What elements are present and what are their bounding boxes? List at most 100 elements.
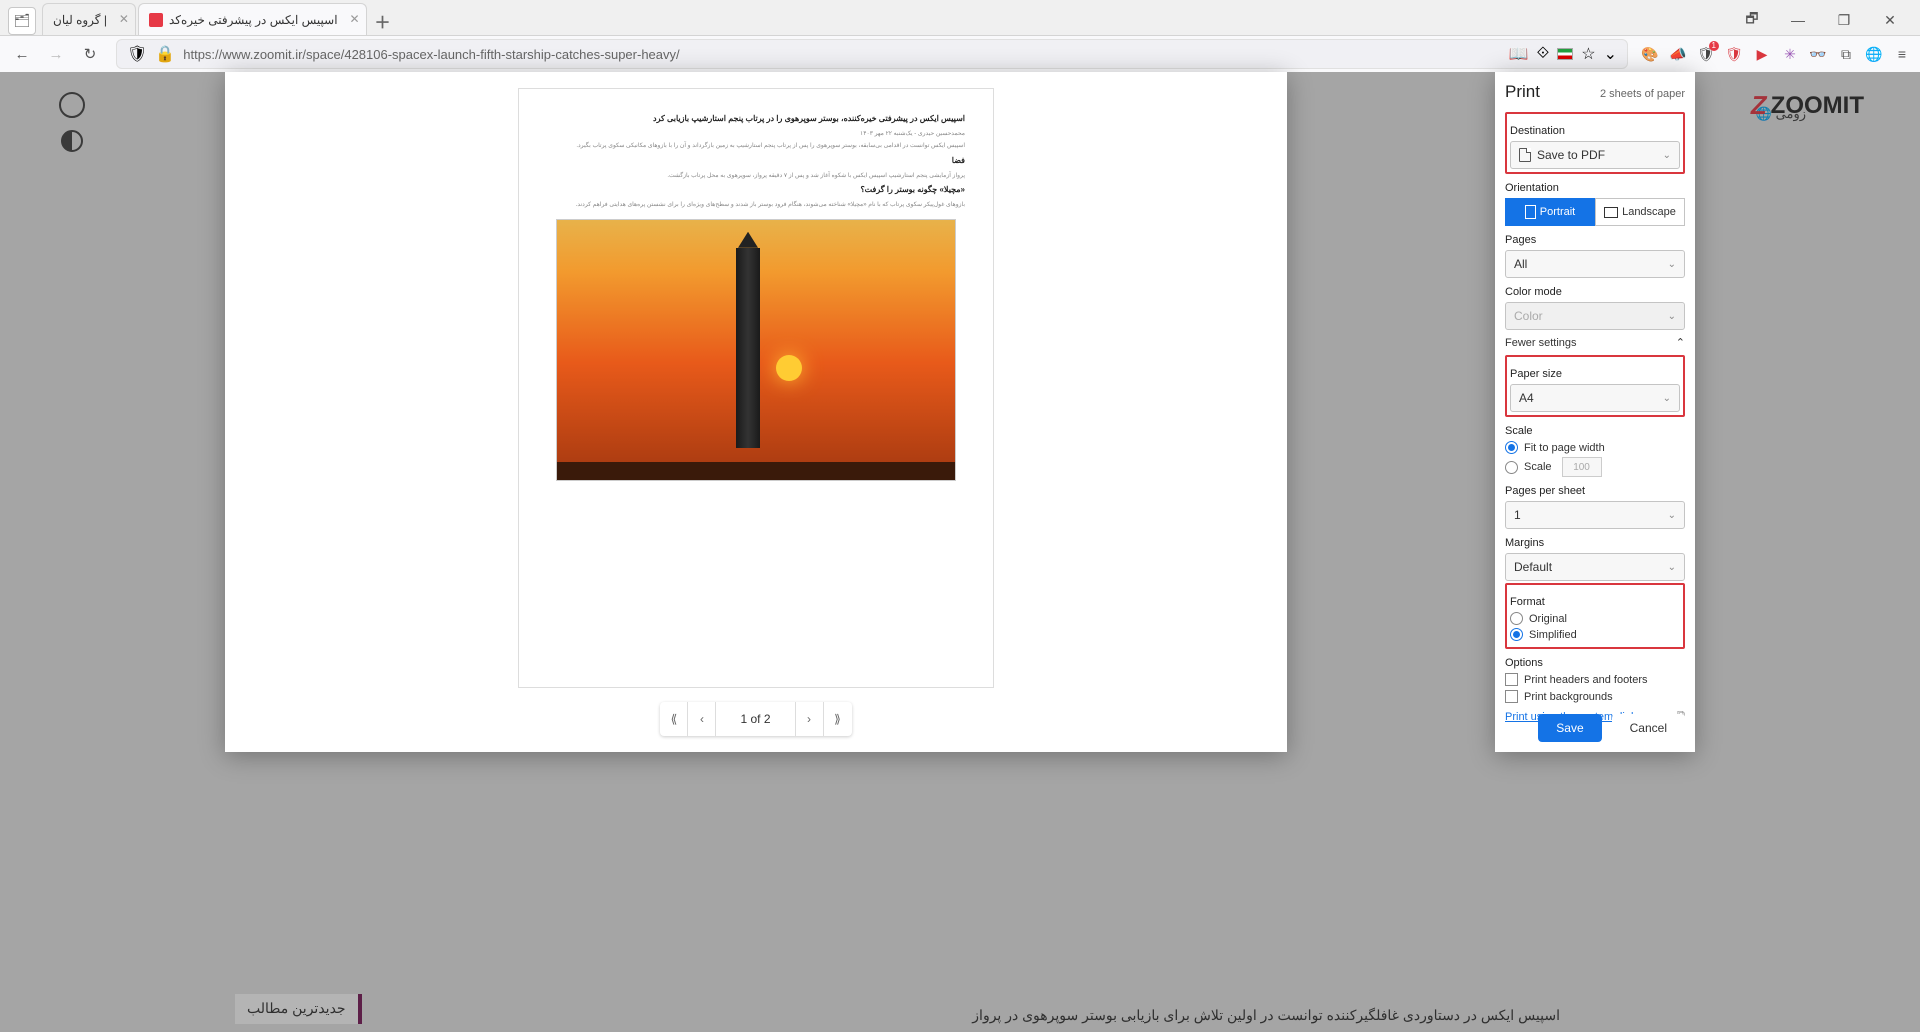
- destination-label: Destination: [1510, 125, 1680, 137]
- url-text: https://www.zoomit.ir/space/428106-space…: [183, 47, 1500, 62]
- tab-2[interactable]: اسپیس ایکس در پیشرفتی خیره‌کد ✕: [138, 3, 367, 35]
- fewer-settings-toggle[interactable]: Fewer settings ⌃: [1505, 336, 1685, 349]
- shield-icon[interactable]: 🛡: [127, 44, 147, 64]
- new-tab-button[interactable]: ＋: [369, 7, 397, 35]
- pager-next-button[interactable]: ›: [796, 702, 824, 736]
- ext-icon[interactable]: 👓: [1808, 44, 1828, 64]
- tab-list: 🗂 گروه لیان | ✕ اسپیس ایکس در پیشرفتی خی…: [8, 3, 1730, 35]
- sheet-count: 2 sheets of paper: [1600, 88, 1685, 100]
- extensions-toolbar: 🎨 📣 🛡1 🛡 ▶ ✳ 👓 ⧉ 🌐 ≡: [1640, 44, 1912, 64]
- backgrounds-checkbox[interactable]: [1505, 690, 1518, 703]
- pager: ⟪ ‹ 1 of 2 › ⟫: [660, 702, 851, 736]
- ext-icon[interactable]: 📣: [1668, 44, 1688, 64]
- ext-icon[interactable]: ✳: [1780, 44, 1800, 64]
- chevron-up-icon: ⌃: [1676, 336, 1685, 349]
- minimize-button[interactable]: —: [1776, 5, 1820, 35]
- paper-size-label: Paper size: [1510, 368, 1680, 380]
- format-simplified-label: Simplified: [1529, 629, 1577, 641]
- fit-label: Fit to page width: [1524, 442, 1605, 454]
- save-button[interactable]: Save: [1538, 714, 1601, 742]
- paper-size-select[interactable]: A4⌄: [1510, 384, 1680, 412]
- tab-label: اسپیس ایکس در پیشرفتی خیره‌کد: [169, 13, 338, 27]
- format-original-radio[interactable]: [1510, 612, 1523, 625]
- translate-icon[interactable]: ⟐: [1537, 45, 1550, 63]
- preview-pane: اسپیس ایکس در پیشرفتی خیره‌کننده، بوستر …: [225, 72, 1287, 752]
- forward-button: →: [42, 40, 70, 68]
- chevron-down-icon: ⌄: [1663, 393, 1671, 404]
- ext-icon[interactable]: ▶: [1752, 44, 1772, 64]
- highlight-paper-size: Paper size A4⌄: [1505, 355, 1685, 417]
- headers-checkbox[interactable]: [1505, 673, 1518, 686]
- titlebar: 🗂 گروه لیان | ✕ اسپیس ایکس در پیشرفتی خی…: [0, 0, 1920, 36]
- preview-line: بازوهای غول‌پیکر سکوی پرتاب که با نام «م…: [547, 201, 965, 211]
- chevron-down-icon: ⌄: [1663, 150, 1671, 161]
- destination-select[interactable]: Save to PDF ⌄: [1510, 141, 1680, 169]
- url-bar[interactable]: 🛡 🔒 https://www.zoomit.ir/space/428106-s…: [116, 39, 1628, 69]
- window-controls: 🗗 — ❐ ✕: [1730, 5, 1912, 35]
- chevron-down-icon: ⌄: [1668, 510, 1676, 521]
- color-select: Color⌄: [1505, 302, 1685, 330]
- ext-icon[interactable]: 🛡: [1724, 44, 1744, 64]
- ext-icon[interactable]: 🎨: [1640, 44, 1660, 64]
- format-label: Format: [1510, 596, 1680, 608]
- paper-preview: اسپیس ایکس در پیشرفتی خیره‌کننده، بوستر …: [518, 88, 994, 688]
- fit-radio[interactable]: [1505, 441, 1518, 454]
- pages-select[interactable]: All⌄: [1505, 250, 1685, 278]
- portrait-button[interactable]: Portrait: [1505, 198, 1595, 226]
- menu-icon[interactable]: ≡: [1892, 44, 1912, 64]
- reader-icon[interactable]: 📖: [1509, 44, 1529, 64]
- preview-title: اسپیس ایکس در پیشرفتی خیره‌کننده، بوستر …: [547, 113, 965, 126]
- extensions-icon[interactable]: ⧉: [1836, 44, 1856, 64]
- sun-icon: [776, 355, 802, 381]
- highlight-destination: Destination Save to PDF ⌄: [1505, 112, 1685, 174]
- portrait-icon: [1525, 205, 1536, 219]
- preview-subhead: «مچیلا» چگونه بوستر را گرفت؟: [547, 184, 965, 197]
- margins-label: Margins: [1505, 537, 1685, 549]
- document-icon: [1519, 148, 1531, 162]
- favicon-icon: [149, 13, 163, 27]
- cancel-button[interactable]: Cancel: [1612, 714, 1685, 742]
- print-preview-pane: اسپیس ایکس در پیشرفتی خیره‌کننده، بوستر …: [225, 72, 1287, 752]
- pager-status: 1 of 2: [716, 702, 795, 736]
- close-icon[interactable]: ✕: [350, 12, 360, 26]
- card-icon: 🗂: [14, 13, 31, 29]
- scale-input[interactable]: [1562, 457, 1602, 477]
- preview-line: محمدحسین حیدری - یک‌شنبه ۲۲ مهر ۱۴۰۳: [547, 130, 965, 140]
- back-button[interactable]: ←: [8, 40, 36, 68]
- print-title: Print: [1505, 82, 1540, 102]
- landscape-button[interactable]: Landscape: [1595, 198, 1685, 226]
- badge: 1: [1709, 41, 1719, 51]
- restore-button[interactable]: ❐: [1822, 5, 1866, 35]
- pager-first-button[interactable]: ⟪: [660, 702, 688, 736]
- navbar: ← → ↻ 🛡 🔒 https://www.zoomit.ir/space/42…: [0, 36, 1920, 72]
- ext-icon[interactable]: 🛡1: [1696, 44, 1716, 64]
- preview-subhead: فضا: [547, 155, 965, 168]
- scale-custom-label: Scale: [1524, 461, 1552, 473]
- format-simplified-radio[interactable]: [1510, 628, 1523, 641]
- star-icon[interactable]: ☆: [1581, 44, 1595, 64]
- scale-radio[interactable]: [1505, 461, 1518, 474]
- landscape-icon: [1604, 207, 1618, 218]
- color-label: Color mode: [1505, 286, 1685, 298]
- reload-button[interactable]: ↻: [76, 40, 104, 68]
- tab-window-button[interactable]: 🗗: [1730, 5, 1774, 35]
- pocket-icon[interactable]: ⌄: [1604, 44, 1617, 64]
- account-icon[interactable]: 🌐: [1864, 44, 1884, 64]
- tab-1[interactable]: گروه لیان | ✕: [42, 3, 136, 35]
- lock-icon: 🔒: [155, 44, 175, 64]
- tab-label: گروه لیان |: [53, 13, 107, 27]
- options-label: Options: [1505, 657, 1685, 669]
- horizon: [557, 462, 955, 480]
- pager-last-button[interactable]: ⟫: [824, 702, 852, 736]
- preview-line: پرواز آزمایشی پنجم استارشیپ اسپیس ایکس ب…: [547, 172, 965, 182]
- preview-line: اسپیس ایکس توانست در اقدامی بی‌سابقه، بو…: [547, 142, 965, 152]
- chevron-down-icon: ⌄: [1668, 259, 1676, 270]
- close-icon[interactable]: ✕: [119, 12, 129, 26]
- headers-label: Print headers and footers: [1524, 674, 1648, 686]
- margins-select[interactable]: Default⌄: [1505, 553, 1685, 581]
- pager-prev-button[interactable]: ‹: [688, 702, 716, 736]
- pps-select[interactable]: 1⌄: [1505, 501, 1685, 529]
- print-settings-panel: Print 2 sheets of paper Destination Save…: [1495, 72, 1695, 752]
- tab-overview-button[interactable]: 🗂: [8, 7, 36, 35]
- close-window-button[interactable]: ✕: [1868, 5, 1912, 35]
